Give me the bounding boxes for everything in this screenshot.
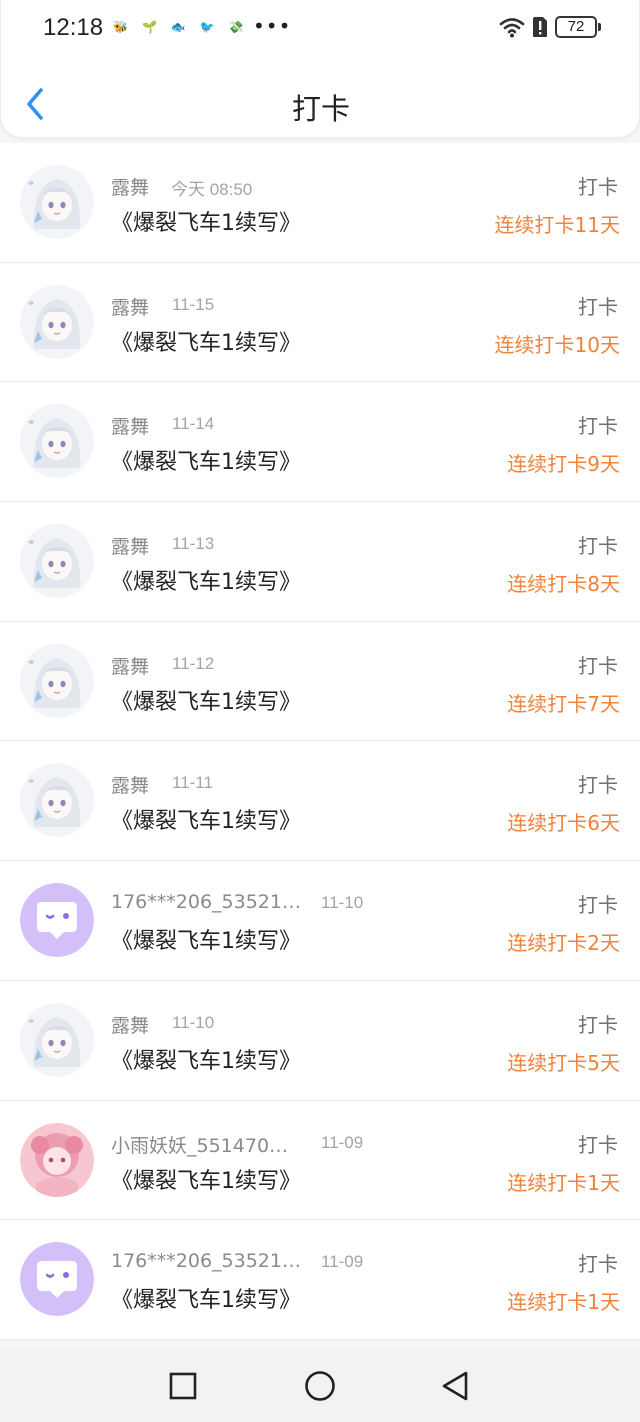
- username[interactable]: 露舞: [111, 173, 149, 200]
- header-card: 12:18 🐝 🌱 🐟 🐦 💸 ••• 72 打卡: [0, 0, 640, 138]
- checkin-date: 11-13: [172, 534, 215, 554]
- alert-sim-icon: [533, 17, 547, 37]
- checkin-date: 11-11: [172, 773, 213, 793]
- notification-icon: 🐟: [170, 20, 186, 34]
- checkin-date: 11-10: [321, 893, 364, 913]
- avatar[interactable]: [20, 1002, 94, 1077]
- checkin-date: 11-14: [172, 414, 215, 434]
- username[interactable]: 露舞: [111, 293, 149, 320]
- avatar[interactable]: [20, 883, 94, 958]
- checkin-row[interactable]: 露舞 11-12 《爆裂飞车1续写》 打卡连续打卡7天: [0, 621, 640, 742]
- home-circle-icon[interactable]: [300, 1366, 340, 1406]
- streak-count: 连续打卡1天: [507, 1170, 620, 1195]
- checkin-row[interactable]: 露舞 11-11 《爆裂飞车1续写》 打卡连续打卡6天: [0, 741, 640, 862]
- checkin-label: 打卡: [578, 893, 618, 918]
- streak-count: 连续打卡10天: [494, 332, 620, 357]
- more-notifications-icon: •••: [253, 14, 292, 38]
- status-indicators: 72: [499, 16, 601, 38]
- avatar[interactable]: [20, 284, 94, 359]
- username[interactable]: 露舞: [111, 412, 149, 439]
- avatar[interactable]: [20, 1122, 94, 1197]
- avatar[interactable]: [20, 643, 94, 718]
- book-title[interactable]: 《爆裂飞车1续写》: [111, 1163, 301, 1195]
- checkin-row[interactable]: 露舞 11-14 《爆裂飞车1续写》 打卡连续打卡9天: [0, 382, 640, 503]
- checkin-row[interactable]: 露舞 11-13 《爆裂飞车1续写》 打卡连续打卡8天: [0, 502, 640, 622]
- streak-count: 连续打卡6天: [507, 811, 620, 836]
- username[interactable]: 露舞: [111, 1011, 149, 1038]
- streak-count: 连续打卡7天: [507, 691, 620, 716]
- checkin-date: 今天 08:50: [171, 180, 253, 199]
- book-title[interactable]: 《爆裂飞车1续写》: [111, 205, 301, 237]
- streak-count: 连续打卡5天: [507, 1050, 620, 1075]
- avatar[interactable]: [20, 165, 94, 239]
- username[interactable]: 露舞: [111, 532, 149, 559]
- book-title[interactable]: 《爆裂飞车1续写》: [111, 564, 301, 596]
- streak-count: 连续打卡2天: [507, 931, 620, 956]
- streak-count: 连续打卡1天: [507, 1290, 620, 1315]
- avatar[interactable]: [20, 524, 94, 599]
- streak-count: 连续打卡8天: [507, 572, 620, 597]
- checkin-row[interactable]: 露舞 11-15 《爆裂飞车1续写》 打卡连续打卡10天: [0, 262, 640, 383]
- checkin-label: 打卡: [578, 653, 618, 678]
- checkin-label: 打卡: [578, 175, 618, 199]
- book-title[interactable]: 《爆裂飞车1续写》: [111, 325, 301, 357]
- checkin-row[interactable]: 176***206_53521… 11-10 《爆裂飞车1续写》 打卡连续打卡2天: [0, 861, 640, 981]
- username[interactable]: 176***206_53521…: [111, 1250, 301, 1272]
- checkin-date: 11-09: [321, 1252, 364, 1272]
- checkin-label: 打卡: [578, 1252, 618, 1277]
- book-title[interactable]: 《爆裂飞车1续写》: [111, 1043, 301, 1075]
- checkin-date: 11-09: [321, 1132, 364, 1152]
- back-triangle-icon[interactable]: [436, 1366, 476, 1406]
- checkin-list: 露舞 今天 08:50 《爆裂飞车1续写》 打卡 连续打卡11天 露舞 11-15 《爆裂飞车…: [0, 143, 640, 1340]
- checkin-label: 打卡: [578, 294, 618, 319]
- book-title[interactable]: 《爆裂飞车1续写》: [111, 1282, 301, 1314]
- notification-icons: 🐝 🌱 🐟 🐦 💸: [113, 20, 244, 34]
- wifi-icon: [499, 18, 525, 38]
- avatar[interactable]: [20, 763, 94, 838]
- checkin-label: 打卡: [578, 1012, 618, 1037]
- checkin-row[interactable]: 小雨妖妖_551470… 11-09 《爆裂飞车1续写》 打卡连续打卡1天: [0, 1100, 640, 1221]
- username[interactable]: 露舞: [111, 771, 149, 798]
- checkin-date: 11-15: [172, 294, 215, 314]
- recents-square-icon[interactable]: [163, 1366, 203, 1406]
- avatar[interactable]: [20, 1242, 94, 1317]
- checkin-label: 打卡: [578, 534, 618, 559]
- book-title[interactable]: 《爆裂飞车1续写》: [111, 803, 301, 835]
- checkin-label: 打卡: [578, 773, 618, 798]
- checkin-label: 打卡: [578, 1132, 618, 1157]
- system-navigation-bar: [0, 1350, 640, 1422]
- username[interactable]: 露舞: [111, 652, 149, 679]
- checkin-date: 11-10: [172, 1012, 215, 1032]
- battery-indicator: 72: [555, 16, 601, 38]
- username[interactable]: 小雨妖妖_551470…: [111, 1131, 288, 1158]
- checkin-label: 打卡: [578, 414, 618, 439]
- book-title[interactable]: 《爆裂飞车1续写》: [111, 444, 301, 476]
- checkin-row[interactable]: 露舞 11-10 《爆裂飞车1续写》 打卡连续打卡5天: [0, 980, 640, 1101]
- streak-count: 连续打卡9天: [507, 452, 620, 477]
- notification-icon: 💸: [228, 20, 244, 34]
- checkin-row[interactable]: 露舞 今天 08:50 《爆裂飞车1续写》 打卡连续打卡11天: [0, 143, 640, 263]
- checkin-row[interactable]: 176***206_53521… 11-09 《爆裂飞车1续写》 打卡连续打卡1天: [0, 1220, 640, 1340]
- app-root: 12:18 🐝 🌱 🐟 🐦 💸 ••• 72 打卡 露舞 今天 08:50 《爆…: [0, 0, 640, 1422]
- streak-count: 连续打卡11天: [494, 213, 620, 237]
- book-title[interactable]: 《爆裂飞车1续写》: [111, 684, 301, 716]
- notification-icon: 🐝: [113, 20, 128, 34]
- notification-icon: 🌱: [141, 20, 157, 34]
- avatar[interactable]: [20, 404, 94, 479]
- page-title: 打卡: [291, 92, 350, 126]
- username[interactable]: 176***206_53521…: [111, 891, 301, 913]
- notification-icon: 🐦: [199, 20, 215, 34]
- checkin-date: 11-12: [172, 653, 215, 673]
- status-time: 12:18: [43, 14, 104, 41]
- book-title[interactable]: 《爆裂飞车1续写》: [111, 923, 301, 955]
